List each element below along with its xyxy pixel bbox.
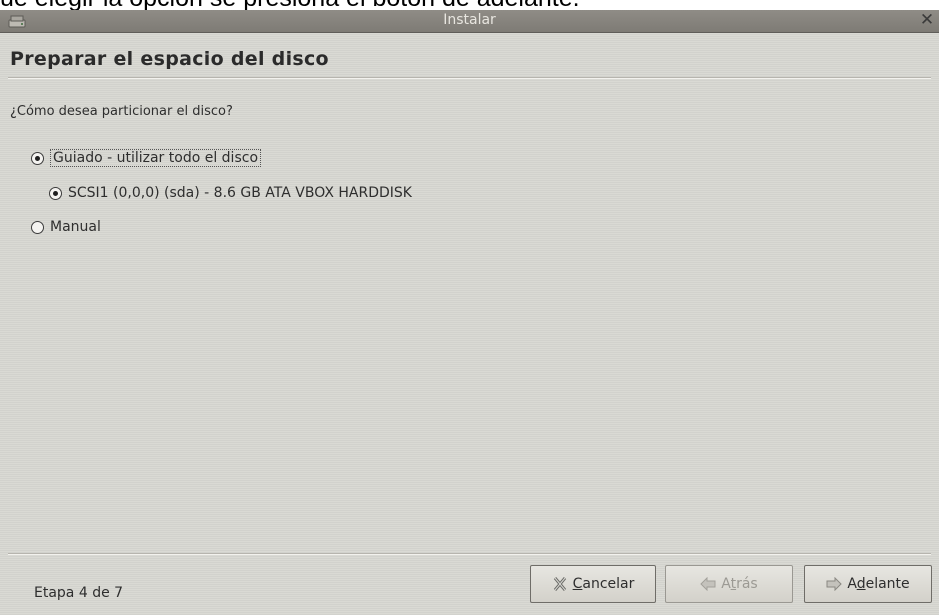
radio-disk-label[interactable]: SCSI1 (0,0,0) (sda) - 8.6 GB ATA VBOX HA… bbox=[68, 185, 412, 201]
arrow-right-icon bbox=[826, 577, 843, 591]
page-title: Preparar el espacio del disco bbox=[10, 48, 329, 70]
radio-manual-label[interactable]: Manual bbox=[50, 219, 101, 235]
cancel-x-icon bbox=[553, 577, 566, 591]
arrow-left-icon bbox=[700, 577, 716, 591]
cancel-button[interactable]: Cancelar bbox=[530, 565, 656, 603]
header-divider bbox=[8, 77, 931, 79]
footer-divider bbox=[8, 553, 931, 555]
radio-disk-indicator[interactable] bbox=[49, 186, 62, 200]
close-icon[interactable]: ✕ bbox=[918, 11, 936, 30]
forward-button[interactable]: Adelante bbox=[804, 565, 932, 603]
cancel-label: Cancelar bbox=[572, 576, 635, 592]
installer-window: Instalar ✕ Preparar el espacio del disco… bbox=[0, 10, 939, 615]
window-titlebar[interactable]: Instalar ✕ bbox=[0, 10, 939, 33]
radio-guided[interactable]: Guiado - utilizar todo el disco bbox=[31, 149, 262, 167]
radio-manual-indicator[interactable] bbox=[31, 220, 44, 234]
partition-question: ¿Cómo desea particionar el disco? bbox=[10, 104, 233, 119]
back-button[interactable]: Atrás bbox=[665, 565, 793, 603]
radio-manual[interactable]: Manual bbox=[31, 219, 101, 235]
back-label: Atrás bbox=[721, 576, 758, 592]
radio-guided-label[interactable]: Guiado - utilizar todo el disco bbox=[50, 149, 262, 167]
radio-guided-indicator[interactable] bbox=[31, 151, 44, 165]
forward-label: Adelante bbox=[847, 576, 910, 592]
radio-disk-sda[interactable]: SCSI1 (0,0,0) (sda) - 8.6 GB ATA VBOX HA… bbox=[49, 185, 412, 201]
window-title: Instalar bbox=[443, 12, 496, 28]
step-indicator: Etapa 4 de 7 bbox=[34, 585, 124, 601]
